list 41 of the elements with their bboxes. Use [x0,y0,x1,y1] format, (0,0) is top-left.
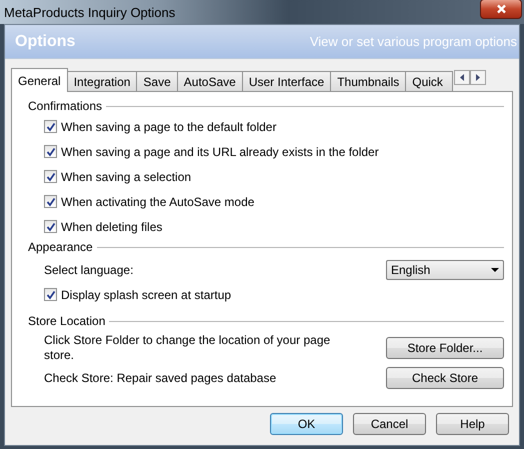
tab[interactable]: Quick [405,71,454,91]
checkbox[interactable] [44,220,57,233]
checkbox[interactable] [44,288,57,301]
tab[interactable]: Integration [66,71,138,91]
checkbox-label: When activating the AutoSave mode [61,194,254,208]
checkbox-label: Display splash screen at startup [61,288,232,302]
tab[interactable]: General [11,68,68,92]
dialog-button[interactable]: OK [270,413,343,435]
tab[interactable]: Save [136,71,178,91]
checkbox-label: When saving a page to the default folder [61,120,276,134]
dialog-button[interactable]: Cancel [353,413,426,435]
action-button[interactable]: Check Store [386,367,504,389]
dropdown-arrow-icon [491,268,499,272]
dialog-button[interactable]: Help [436,413,509,435]
window-title: MetaProducts Inquiry Options [4,4,176,20]
checkbox-label: When saving a selection [61,170,192,184]
checkbox[interactable] [44,195,57,208]
checkbox[interactable] [44,145,57,158]
group-heading: Appearance [28,240,93,254]
close-button[interactable] [480,0,522,19]
tab[interactable]: Thumbnails [330,71,406,91]
checkbox-label: When saving a page and its URL already exists in the folder [61,144,379,158]
checkbox[interactable] [44,120,57,133]
tab[interactable]: User Interface [242,71,332,91]
left-triangle-icon [460,74,464,81]
field-label: Select language: [44,263,134,277]
scroll-right-button[interactable] [470,70,486,85]
description-text: Click Store Folder to change the location of your page store. [44,333,332,363]
checkbox-label: When deleting files [61,220,162,234]
action-button[interactable]: Store Folder... [386,337,504,359]
scroll-left-button[interactable] [454,70,470,85]
description-text: Check Store: Repair saved pages database [44,370,278,386]
group-heading: Confirmations [28,99,102,113]
banner-subtitle: View or set various program options [310,34,517,49]
language-dropdown[interactable]: English [386,260,504,280]
tab[interactable]: AutoSave [176,71,243,91]
right-triangle-icon [476,74,480,81]
banner-title: Options [15,32,76,50]
group-heading: Store Location [28,314,106,328]
checkbox[interactable] [44,170,57,183]
close-icon [496,4,506,14]
